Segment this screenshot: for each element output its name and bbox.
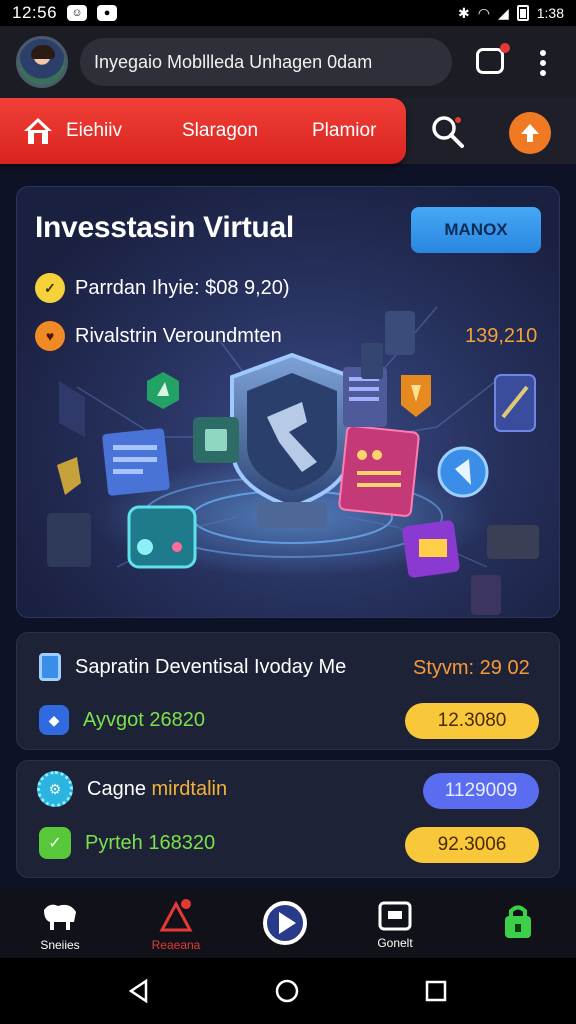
bottom-nav-play[interactable]: [245, 888, 325, 958]
messenger-icon: ☺: [67, 5, 88, 21]
bottom-nav-item-reaeana[interactable]: Reaeana: [136, 888, 216, 958]
nav-tabs-bar: Eiehiiv Slaragon Plamior: [0, 98, 406, 164]
card2-row1: ⚙ Cagne mirdtalin: [37, 771, 227, 807]
arrow-up-icon: [521, 124, 539, 142]
check-badge-icon: ✓: [35, 273, 65, 303]
search-input[interactable]: Inyegaio Mobllleda Unhagen 0dam: [80, 38, 452, 86]
notification-icon[interactable]: [476, 43, 510, 74]
card2-row1-pill[interactable]: 1129009: [423, 773, 539, 809]
card1-value-pill[interactable]: 12.3080: [405, 703, 539, 739]
hero-line-1: ✓ Parrdan Ihyie: $08 9,20): [35, 273, 290, 303]
hero-line-2-text: Rivalstrin Veroundmten: [75, 324, 282, 347]
summary-card[interactable]: Sapratin Deventisal Ivoday Me Styvm: 29 …: [16, 632, 560, 750]
home-icon[interactable]: [22, 116, 54, 146]
status-bar: 12:56 ☺ ● ✱ ◠ ◢ 1:38: [0, 0, 576, 26]
home-button-icon[interactable]: [274, 978, 300, 1004]
bottom-nav-item-sneiies[interactable]: Sneiies: [20, 888, 100, 958]
recents-icon[interactable]: [424, 979, 448, 1003]
status-icons: ✱ ◠ ◢ 1:38: [458, 5, 564, 22]
signal-icon: ◢: [497, 4, 509, 21]
avatar[interactable]: [16, 36, 68, 88]
system-nav-bar: [0, 958, 576, 1024]
battery-icon: [516, 5, 529, 21]
notification-badge: [500, 43, 510, 53]
bottom-nav-label: Sneiies: [40, 938, 80, 952]
card1-title-row: Sapratin Deventisal Ivoday Me: [39, 653, 346, 681]
lock-icon: [505, 905, 531, 938]
bottom-nav: Sneiies Reaeana Gonelt: [0, 888, 576, 958]
status-time: 12:56: [12, 3, 58, 22]
screen-icon: [378, 901, 412, 931]
boost-button[interactable]: [509, 112, 551, 154]
hero-title: Invesstasin Virtual: [35, 211, 294, 244]
diamond-icon: ◆: [39, 705, 69, 735]
alert-icon: [159, 899, 193, 932]
bottom-nav-wallet[interactable]: [478, 888, 558, 958]
shield-check-icon: ✓: [39, 827, 71, 859]
gear-icon: ⚙: [37, 771, 73, 807]
card1-sub-row: ◆ Ayvgot 26820: [39, 705, 205, 735]
card2-row2: ✓ Pyrteh 168320: [39, 827, 215, 859]
hero-line-1-text: Parrdan Ihyie: $08 9,20): [75, 276, 290, 299]
status-right-time: 1:38: [536, 5, 564, 21]
card2-row2-label: Pyrteh 168320: [85, 831, 216, 854]
bottom-nav-label: Reaeana: [151, 938, 201, 952]
bottom-nav-label: Gonelt: [377, 936, 413, 950]
search-icon[interactable]: [430, 114, 466, 150]
bluetooth-icon: ✱: [458, 4, 470, 21]
top-nav: Eiehiiv Slaragon Plamior: [0, 98, 576, 164]
bottom-nav-item-gonelt[interactable]: Gonelt: [355, 888, 435, 958]
hero-card: Invesstasin Virtual MANOX ✓ Parrdan Ihyi…: [16, 186, 560, 618]
wifi-icon: ◠: [477, 4, 490, 21]
card2-row2-pill[interactable]: 92.3006: [405, 827, 539, 863]
card1-title: Sapratin Deventisal Ivoday Me: [75, 655, 347, 678]
tab-plamior[interactable]: Plamior: [312, 120, 376, 142]
app-bar: Inyegaio Mobllleda Unhagen 0dam: [0, 26, 576, 98]
play-icon: [263, 901, 307, 945]
hero-amount: 139,210: [465, 325, 538, 347]
hero-line-2: ♥ Rivalstrin Veroundmten: [35, 321, 282, 351]
tab-slaragon[interactable]: Slaragon: [182, 120, 258, 142]
notification-app-icon: ●: [97, 5, 118, 21]
document-icon: [39, 653, 61, 681]
animal-icon: [44, 904, 76, 930]
card1-stat: Styvm: 29 02: [413, 657, 530, 679]
details-card[interactable]: ⚙ Cagne mirdtalin 1129009 ✓ Pyrteh 16832…: [16, 760, 560, 878]
more-menu-icon[interactable]: [540, 50, 546, 76]
card1-sub-label: Ayvgot 26820: [83, 708, 205, 731]
tab-home[interactable]: Eiehiiv: [66, 120, 122, 142]
hero-action-button[interactable]: MANOX: [411, 207, 541, 253]
back-icon[interactable]: [126, 978, 152, 1004]
card2-row1-label: Cagne mirdtalin: [87, 777, 228, 800]
heart-badge-icon: ♥: [35, 321, 65, 351]
